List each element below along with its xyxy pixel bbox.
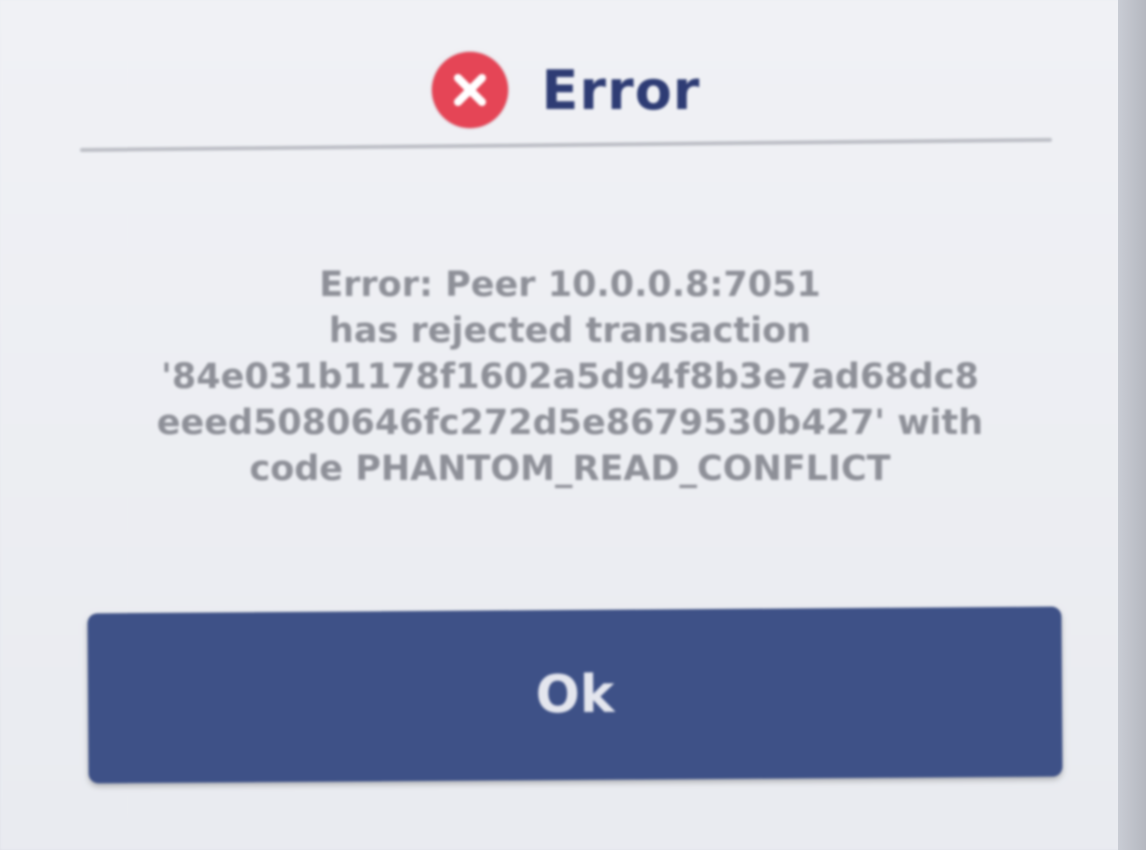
ok-button[interactable]: Ok	[87, 606, 1063, 784]
error-message: Error: Peer 10.0.0.8:7051 has rejected t…	[90, 262, 1050, 492]
message-line: '84e031b1178f1602a5d94f8b3e7ad68dc8	[161, 357, 979, 397]
message-line: code PHANTOM_READ_CONFLICT	[249, 449, 891, 489]
close-x-icon	[453, 74, 486, 106]
message-line: Error: Peer 10.0.0.8:7051	[319, 265, 821, 305]
dialog-title: Error	[541, 58, 701, 122]
dialog-header: Error	[80, 40, 1052, 140]
error-dialog: Error Error: Peer 10.0.0.8:7051 has reje…	[0, 0, 1120, 850]
ok-button-label: Ok	[535, 664, 615, 726]
message-line: eeed5080646fc272d5e8679530b427' with	[156, 403, 984, 443]
screen: Error Error: Peer 10.0.0.8:7051 has reje…	[0, 0, 1146, 850]
screen-bezel	[1118, 0, 1146, 850]
message-line: has rejected transaction	[328, 311, 812, 351]
error-icon	[431, 52, 508, 128]
